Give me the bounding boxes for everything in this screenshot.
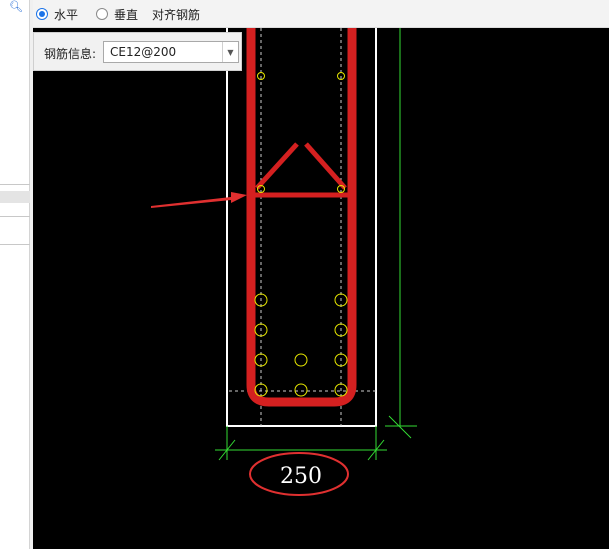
rebar-marker[interactable] bbox=[294, 353, 308, 367]
tie-hook-right[interactable] bbox=[304, 142, 347, 190]
radio-horizontal-indicator[interactable] bbox=[36, 8, 48, 20]
dimension-label: 250 bbox=[280, 464, 322, 489]
tie-hook-left[interactable] bbox=[255, 142, 299, 190]
rebar-info-label: 钢筋信息: bbox=[44, 47, 97, 61]
panel-divider bbox=[0, 184, 30, 185]
panel-divider bbox=[0, 216, 30, 217]
toolbar: 水平 垂直 对齐钢筋 bbox=[33, 0, 609, 28]
annotation-arrow bbox=[151, 192, 247, 208]
rebar-info-value: CE12@200 bbox=[110, 45, 177, 59]
rebar-marker[interactable] bbox=[294, 383, 308, 397]
left-panel: 🔍︎ bbox=[0, 0, 30, 549]
radio-vertical-label: 垂直 bbox=[114, 7, 139, 22]
drawing-canvas[interactable]: 250 bbox=[33, 28, 609, 549]
dimension-lines bbox=[215, 28, 417, 461]
radio-vertical[interactable]: 垂直 bbox=[96, 5, 138, 23]
stirrup-rebar[interactable] bbox=[246, 28, 357, 407]
search-icon[interactable]: 🔍︎ bbox=[9, 0, 23, 13]
rebar-info-select[interactable]: CE12@200 ▼ bbox=[103, 41, 239, 63]
align-rebar-button[interactable]: 对齐钢筋 bbox=[152, 5, 200, 23]
radio-horizontal[interactable]: 水平 bbox=[36, 5, 78, 23]
align-rebar-label: 对齐钢筋 bbox=[152, 7, 201, 22]
panel-divider bbox=[0, 244, 30, 245]
panel-row-highlight[interactable] bbox=[0, 191, 30, 203]
radio-horizontal-label: 水平 bbox=[54, 7, 79, 22]
rebar-markers bbox=[254, 72, 348, 397]
rebar-info-panel: 钢筋信息: CE12@200 ▼ bbox=[33, 32, 242, 71]
drawing-svg: 250 bbox=[151, 28, 417, 496]
radio-vertical-indicator[interactable] bbox=[96, 8, 108, 20]
chevron-down-icon[interactable]: ▼ bbox=[222, 42, 238, 62]
